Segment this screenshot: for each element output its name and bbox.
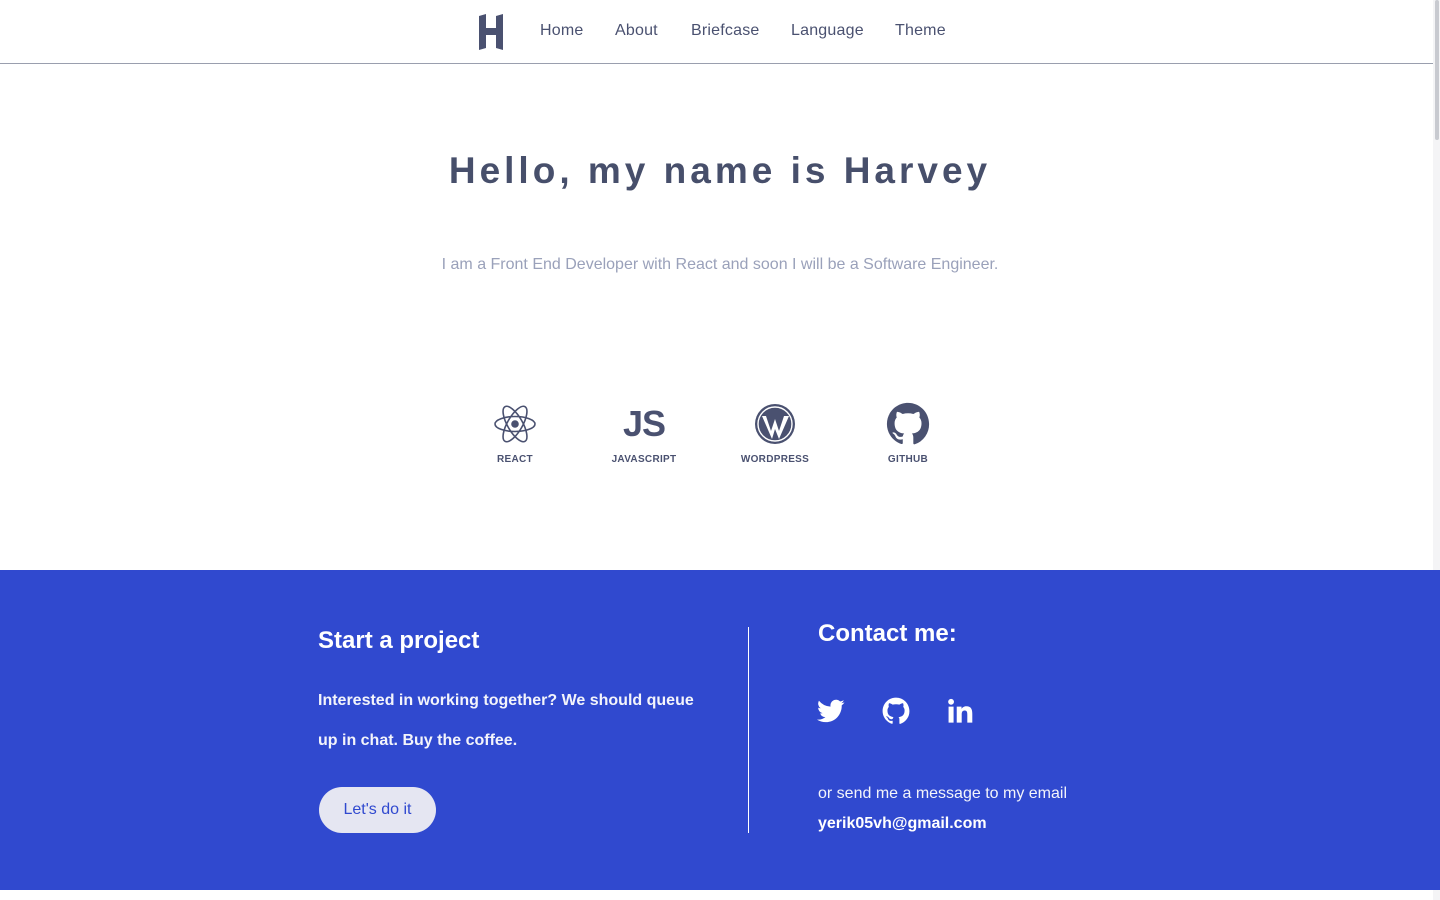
github-icon[interactable]	[882, 697, 910, 725]
footer-divider	[748, 627, 749, 833]
react-icon	[494, 405, 536, 443]
h-logo-icon[interactable]	[477, 14, 505, 50]
hero-title: Hello, my name is Harvey	[448, 150, 992, 191]
nav-about-link[interactable]: About	[615, 21, 658, 41]
contact-title: Contact me:	[818, 620, 957, 647]
contact-footer: Start a project Interested in working to…	[0, 570, 1440, 890]
skill-javascript: JS JAVASCRIPT	[584, 402, 704, 476]
start-project-title: Start a project	[318, 627, 480, 654]
email-note: or send me a message to my email	[818, 785, 1067, 802]
skill-github: GITHUB	[848, 402, 968, 476]
top-navbar: Home About Briefcase Language Theme	[0, 0, 1440, 64]
email-link[interactable]: yerik05vh@gmail.com	[818, 814, 987, 834]
linkedin-icon[interactable]	[946, 697, 974, 725]
scrollbar-thumb[interactable]	[1435, 0, 1439, 140]
twitter-icon[interactable]	[817, 697, 845, 725]
start-project-text: Interested in working together? We shoul…	[318, 692, 694, 749]
github-icon	[886, 402, 930, 445]
js-icon: JS	[622, 403, 666, 444]
skill-label-react: REACT	[497, 454, 533, 465]
lets-do-it-button[interactable]: Let's do it	[319, 787, 436, 833]
wordpress-icon	[755, 404, 795, 444]
skill-label-github: GITHUB	[887, 454, 929, 465]
skill-wordpress: WORDPRESS	[715, 402, 835, 476]
skill-react: REACT	[455, 402, 575, 476]
nav-briefcase-link[interactable]: Briefcase	[691, 21, 760, 41]
hero-subtitle: I am a Front End Developer with React an…	[441, 256, 999, 273]
nav-home-link[interactable]: Home	[540, 21, 583, 41]
skill-label-javascript: JAVASCRIPT	[611, 454, 677, 465]
skill-label-wordpress: WORDPRESS	[740, 454, 810, 465]
nav-language-link[interactable]: Language	[791, 21, 864, 41]
nav-theme-link[interactable]: Theme	[895, 21, 946, 41]
